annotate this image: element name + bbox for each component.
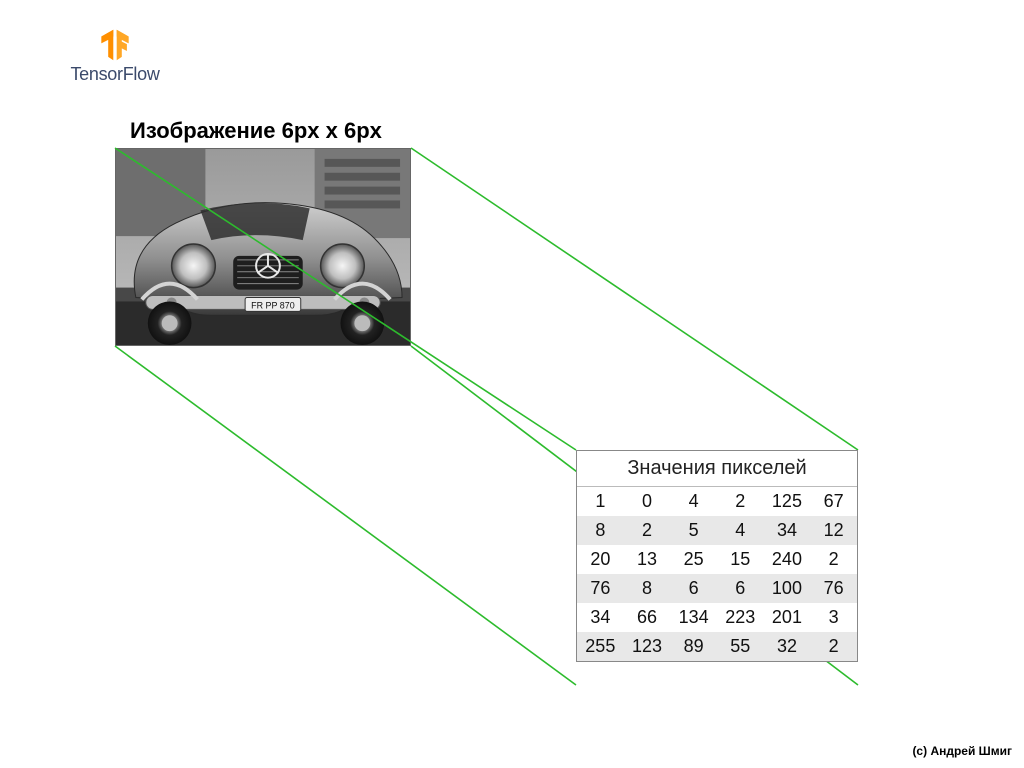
image-title: Изображение 6px x 6px: [130, 118, 382, 144]
slide-stage: TensorFlow Изображение 6px x 6px: [0, 0, 1024, 768]
table-row: 20 13 25 15 240 2: [577, 545, 857, 574]
table-row: 1 0 4 2 125 67: [577, 487, 857, 516]
pixel-values-table: Значения пикселей 1 0 4 2 125 67 8 2 5 4…: [576, 450, 858, 662]
author-credit: (с) Андрей Шмиг: [912, 744, 1012, 758]
table-row: 34 66 134 223 201 3: [577, 603, 857, 632]
tensorflow-wordmark: TensorFlow: [55, 64, 175, 85]
car-image-svg: FR PP 870: [116, 149, 410, 345]
table-header: Значения пикселей: [577, 451, 857, 487]
tensorflow-logo: TensorFlow: [55, 28, 175, 85]
license-plate-text: FR PP 870: [251, 300, 295, 310]
pixel-grid: 1 0 4 2 125 67 8 2 5 4 34 12 20 13 25 15…: [577, 487, 857, 661]
table-row: 255 123 89 55 32 2: [577, 632, 857, 661]
table-row: 8 2 5 4 34 12: [577, 516, 857, 545]
source-image: FR PP 870: [115, 148, 411, 346]
projection-lines: [0, 0, 1024, 768]
tensorflow-icon: [98, 28, 132, 62]
table-row: 76 8 6 6 100 76: [577, 574, 857, 603]
